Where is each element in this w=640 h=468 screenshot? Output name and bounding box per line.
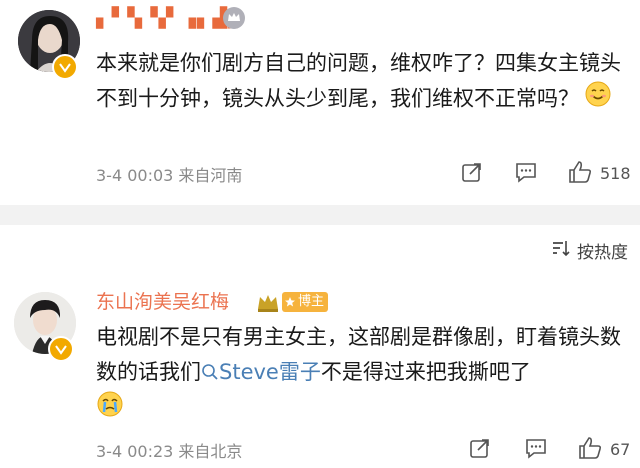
verified-icon — [52, 54, 78, 80]
timestamp: 3-4 00:23 — [96, 442, 174, 461]
like-button[interactable] — [576, 434, 604, 466]
comment-meta: 3-4 00:23 来自北京 — [96, 438, 242, 462]
reply-button[interactable] — [524, 436, 548, 464]
comment-text: 本来就是你们剧方自己的问题，维权咋了？四集女主镜头不到十分钟，镜头从头少到尾，我… — [96, 46, 626, 118]
sort-toggle[interactable]: 按热度 — [551, 238, 628, 263]
username[interactable]: 东山洵美吴红梅 — [96, 290, 229, 314]
like-button[interactable] — [566, 158, 594, 190]
like-count: 518 — [600, 164, 631, 183]
reply-button[interactable] — [514, 160, 538, 188]
timestamp: 3-4 00:03 — [96, 166, 174, 185]
reply-icon — [524, 436, 548, 464]
share-icon — [468, 436, 492, 464]
like-icon — [566, 158, 594, 190]
reply-icon — [514, 160, 538, 188]
level-crown-icon — [222, 6, 246, 30]
star-icon — [285, 297, 295, 307]
like-count: 67 — [610, 440, 631, 459]
share-button[interactable] — [468, 436, 492, 464]
section-divider — [0, 205, 640, 225]
comment-text: 电视剧不是只有男主女主，这部剧是群像剧，盯着镜头数数的话我们 Steve雷子不是得… — [96, 320, 626, 429]
search-icon — [202, 364, 218, 380]
comment-body: 本来就是你们剧方自己的问题，维权咋了？四集女主镜头不到十分钟，镜头从头少到尾，我… — [96, 51, 621, 111]
smile-emoji-icon — [585, 81, 611, 118]
like-icon — [576, 434, 604, 466]
sort-icon — [551, 238, 571, 263]
blogger-badge: 博主 — [282, 292, 329, 312]
verified-icon — [48, 336, 74, 362]
level-crown-icon — [256, 290, 280, 314]
share-button[interactable] — [460, 160, 484, 188]
comment-card: ▖▘▚▝▞ ▗▖▟_ 本来就是你们剧方自己的问题，维权咋了？四集女主镜头不到十分… — [0, 0, 640, 205]
comment-meta: 3-4 00:03 来自河南 — [96, 162, 242, 186]
sort-label: 按热度 — [577, 243, 628, 263]
location: 来自河南 — [178, 166, 243, 185]
comment-card: 东山洵美吴红梅 博主 电视剧不是只有男主女主，这部剧是群像剧，盯着镜头数数的话我… — [0, 284, 640, 468]
badge-label: 博主 — [298, 294, 325, 309]
share-icon — [460, 160, 484, 188]
username[interactable]: ▖▘▚▝▞ ▗▖▟_ — [96, 6, 238, 30]
mention-link[interactable]: Steve雷子 — [201, 360, 321, 384]
mention-text: Steve雷子 — [219, 360, 321, 384]
cry-emoji-icon — [96, 390, 124, 429]
location: 来自北京 — [178, 442, 243, 461]
comment-body-end: 不是得过来把我撕吧了 — [320, 360, 531, 384]
